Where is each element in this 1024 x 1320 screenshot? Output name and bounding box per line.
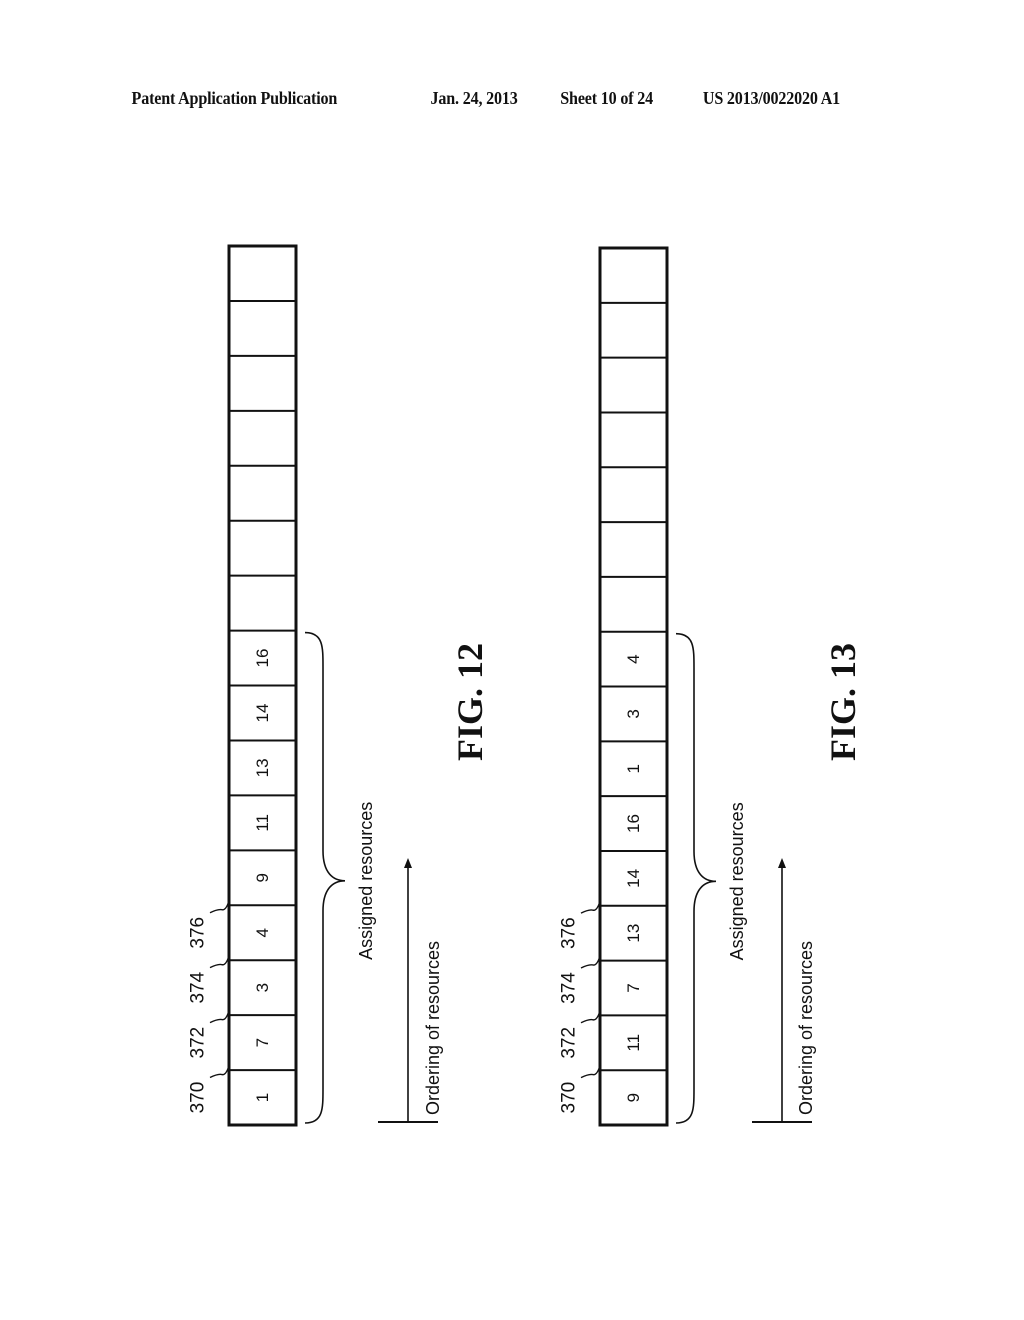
resource-cell-value: 16 <box>624 814 643 833</box>
resource-cell-value: 9 <box>624 1093 643 1102</box>
reference-leader-line <box>209 1065 230 1079</box>
resource-cell-value: 1 <box>624 764 643 773</box>
assigned-resources-label: Assigned resources <box>356 802 376 960</box>
patent-drawing: 1734911131416370372374376 Assigned resour… <box>188 244 863 1127</box>
ordering-of-resources-label: Ordering of resources <box>796 941 816 1115</box>
resource-cell-value: 16 <box>253 649 272 668</box>
arrow-up-icon <box>778 858 786 868</box>
figure-12: 1 7 3 4 9 11 13 14 16 370 372 374 376 Assigned resour… <box>188 244 490 1127</box>
resource-cell-value: 13 <box>253 758 272 777</box>
reference-leader-line <box>209 900 230 914</box>
resource-cell-value: 4 <box>253 928 272 937</box>
reference-numeral: 374 <box>559 972 580 1004</box>
assigned-resources-brace <box>304 631 346 1124</box>
resource-cell-value: 7 <box>253 1038 272 1047</box>
reference-numeral: 370 <box>559 1082 580 1114</box>
arrow-up-icon <box>404 858 412 868</box>
resource-cell-value: 4 <box>624 654 643 663</box>
reference-numeral: 370 <box>188 1082 209 1114</box>
ordering-of-resources-label: Ordering of resources <box>423 941 443 1115</box>
resource-cell-value: 14 <box>253 704 272 723</box>
assigned-resources-brace <box>675 632 717 1124</box>
figure-13: 9117131416134370372374376 Assigned resour… <box>559 246 863 1127</box>
resource-cell-value: 11 <box>253 814 272 832</box>
reference-numeral: 376 <box>559 917 580 949</box>
reference-leader-line <box>580 1065 601 1079</box>
resource-cell-value: 1 <box>253 1093 272 1102</box>
reference-numeral: 376 <box>188 917 209 949</box>
assigned-resources-label: Assigned resources <box>727 802 747 960</box>
resource-cell-value: 7 <box>624 983 643 992</box>
resource-cell-value: 3 <box>624 709 643 718</box>
reference-numeral: 372 <box>188 1027 209 1059</box>
reference-leader-line <box>580 955 601 969</box>
resource-cell-value: 14 <box>624 869 643 888</box>
reference-leader-line <box>209 1010 230 1024</box>
resource-cell-value: 9 <box>253 873 272 882</box>
reference-leader-line <box>209 955 230 969</box>
figure-title: FIG. 12 <box>450 643 490 761</box>
reference-numeral: 372 <box>559 1027 580 1059</box>
resource-cell-value: 11 <box>624 1034 643 1052</box>
resource-cell-value: 13 <box>624 924 643 943</box>
reference-leader-line <box>580 900 601 914</box>
reference-numeral: 374 <box>188 971 209 1003</box>
figure-title: FIG. 13 <box>823 643 863 761</box>
resource-cell-value: 3 <box>253 983 272 992</box>
reference-leader-line <box>580 1010 601 1024</box>
